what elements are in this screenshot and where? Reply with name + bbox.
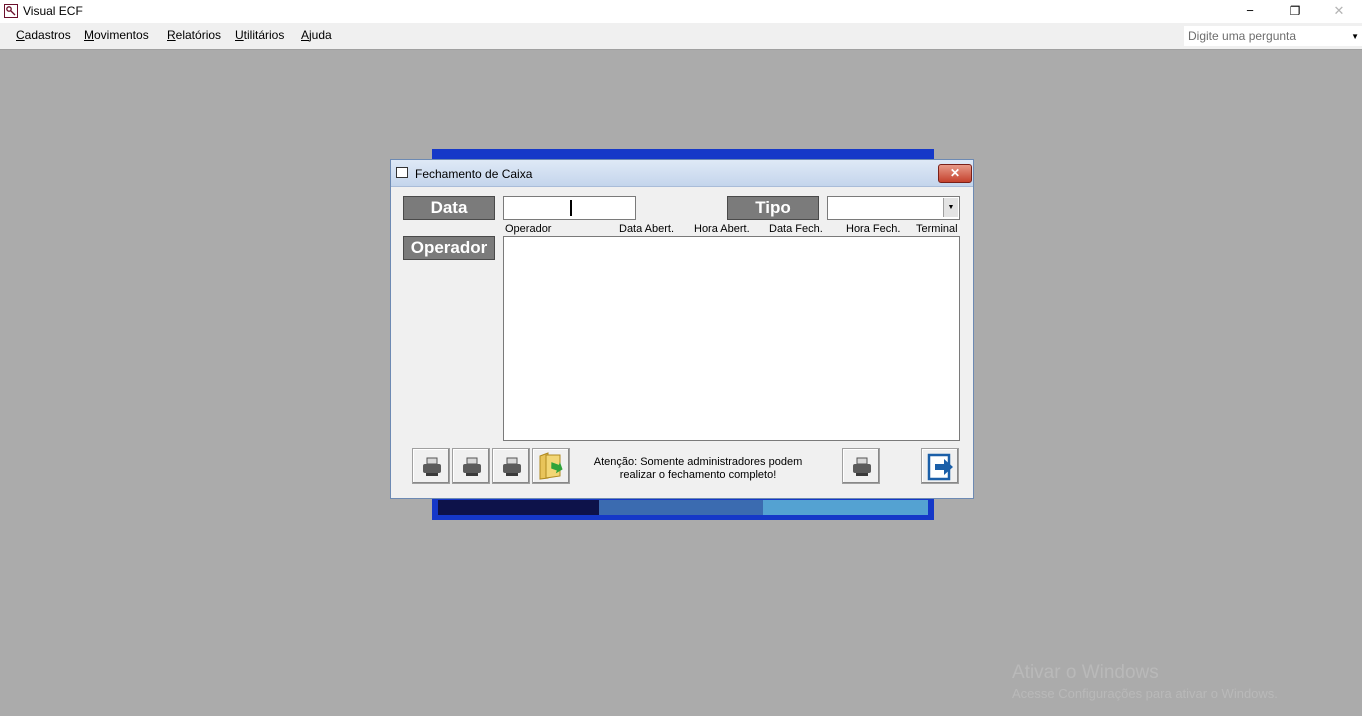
minimize-button[interactable]: −: [1227, 0, 1273, 23]
app-title-bar: Visual ECF − ❐ ✕: [0, 0, 1362, 23]
column-terminal[interactable]: Terminal: [916, 223, 958, 235]
column-data-fech[interactable]: Data Fech.: [769, 223, 823, 235]
menu-ajuda[interactable]: Ajuda: [301, 28, 332, 42]
menu-relatorios-label: elatórios: [175, 28, 222, 42]
menu-ajuda-label: juda: [309, 28, 332, 42]
activation-watermark-title: Ativar o Windows: [1012, 662, 1159, 683]
menu-ajuda-accel: A: [301, 28, 310, 42]
print-button-2[interactable]: [452, 448, 490, 484]
app-title: Visual ECF: [23, 4, 83, 18]
activation-watermark-text: Acesse Configurações para ativar o Windo…: [1012, 686, 1278, 701]
dialog-close-button[interactable]: ✕: [938, 164, 972, 183]
menu-movimentos[interactable]: Movimentos: [84, 28, 149, 42]
menu-utilitarios[interactable]: Utilitários: [235, 28, 284, 42]
ask-question-box[interactable]: Digite uma pergunta ▼: [1184, 26, 1362, 46]
column-operador[interactable]: Operador: [505, 223, 551, 235]
restore-button[interactable]: ❐: [1272, 0, 1318, 23]
printer-icon: [503, 457, 521, 476]
print-button-1[interactable]: [412, 448, 450, 484]
admin-notice-line-2: realizar o fechamento completo!: [619, 469, 777, 481]
open-folder-button[interactable]: [532, 448, 570, 484]
splash-bar-segment-2: [599, 500, 763, 515]
menu-relatorios-accel: R: [167, 28, 176, 42]
exit-door-icon: [927, 453, 953, 481]
close-window-button[interactable]: ✕: [1316, 0, 1362, 23]
printer-icon: [463, 457, 481, 476]
tipo-dropdown-arrow-icon[interactable]: ▼: [943, 198, 958, 217]
splash-bar-segment-3: [763, 500, 928, 515]
printer-icon: [423, 457, 441, 476]
menu-cadastros-accel: C: [16, 28, 25, 42]
ask-dropdown-arrow-icon[interactable]: ▼: [1351, 32, 1359, 41]
app-key-icon: [4, 4, 18, 18]
menu-relatorios[interactable]: Relatórios: [167, 28, 221, 42]
operators-list[interactable]: [503, 236, 960, 441]
dialog-title: Fechamento de Caixa: [415, 167, 533, 181]
menu-movimentos-label: ovimentos: [94, 28, 149, 42]
folder-arrow-icon: [539, 452, 563, 480]
dialog-title-bar: Fechamento de Caixa ✕: [391, 160, 973, 187]
admin-notice: Atenção: Somente administradores podem r…: [587, 456, 809, 482]
data-label: Data: [403, 196, 495, 220]
print-button-3[interactable]: [492, 448, 530, 484]
print-closing-button[interactable]: [842, 448, 880, 484]
exit-button[interactable]: [921, 448, 959, 484]
splash-bar-segment-1: [438, 500, 599, 515]
splash-progress-bar: [438, 500, 928, 515]
column-hora-fech[interactable]: Hora Fech.: [846, 223, 900, 235]
fechamento-dialog: Fechamento de Caixa ✕ Data Tipo ▼ Operad…: [390, 159, 974, 499]
column-hora-abert[interactable]: Hora Abert.: [694, 223, 750, 235]
ask-question-placeholder: Digite uma pergunta: [1188, 29, 1297, 43]
data-input[interactable]: [503, 196, 636, 220]
menu-bar: Cadastros Movimentos Relatórios Utilitár…: [0, 23, 1362, 50]
form-icon: [396, 167, 408, 178]
tipo-select[interactable]: ▼: [827, 196, 960, 220]
operador-label: Operador: [403, 236, 495, 260]
tipo-label: Tipo: [727, 196, 819, 220]
text-caret: [570, 200, 572, 216]
column-data-abert[interactable]: Data Abert.: [619, 223, 674, 235]
menu-cadastros[interactable]: Cadastros: [16, 28, 71, 42]
menu-utilitarios-accel: U: [235, 28, 244, 42]
printer-icon: [853, 457, 871, 476]
admin-notice-line-1: Atenção: Somente administradores podem: [593, 456, 803, 468]
menu-utilitarios-label: tilitários: [243, 28, 285, 42]
menu-movimentos-accel: M: [84, 28, 94, 42]
menu-cadastros-label: adastros: [24, 28, 71, 42]
